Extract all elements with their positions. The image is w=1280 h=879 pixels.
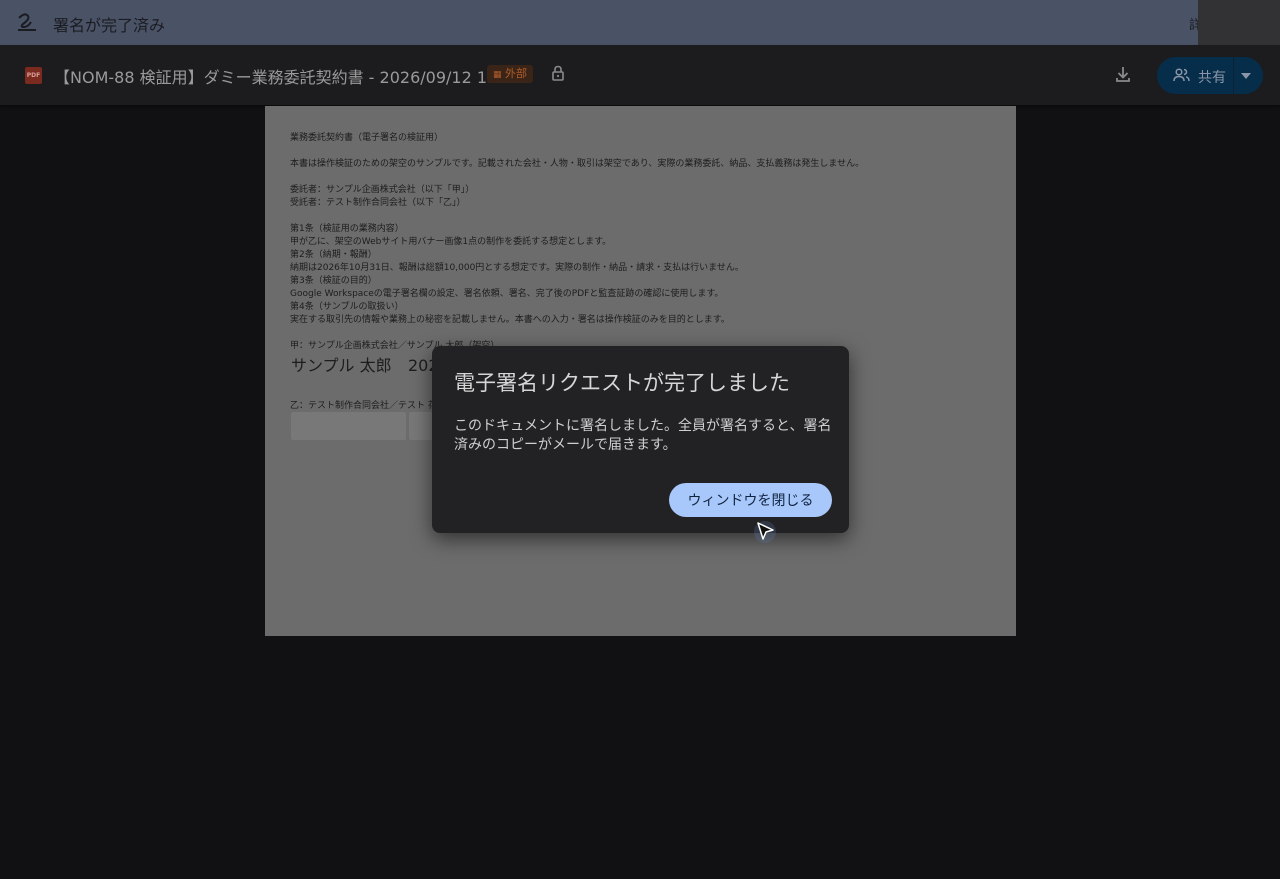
document-line: 第4条（サンプルの取扱い） (290, 302, 404, 312)
dialog-title: 電子署名リクエストが完了しました (454, 371, 790, 395)
document-line: 委託者：サンプル企画株式会社（以下「甲」） (290, 185, 475, 195)
download-icon[interactable] (1114, 65, 1132, 83)
external-badge: ▦ 外部 (487, 65, 534, 83)
signature-icon (18, 13, 36, 31)
document-line: Google Workspaceの電子署名欄の設定、署名依頼、署名、完了後のPD… (290, 289, 724, 299)
close-window-button[interactable]: ウィンドウを閉じる (669, 483, 832, 517)
signing-status-banner: 署名が完了済み 詳 (0, 0, 1280, 45)
document-line: 甲が乙に、架空のWebサイト用バナー画像1点の制作を委託する想定とします。 (290, 237, 612, 247)
document-title: 【NOM-88 検証用】ダミー業務委託契約書 - 2026/09/12 19:5… (54, 68, 523, 87)
document-line: 実在する取引先の情報や業務上の秘密を記載しません。本書への入力・署名は操作検証の… (290, 315, 730, 325)
document-line: 乙：テスト制作合同会社／テスト 花 (290, 401, 437, 411)
document-line: 受託者：テスト制作合同会社（以下「乙」） (290, 198, 466, 208)
people-icon (1173, 68, 1190, 82)
dialog-message: このドキュメントに署名しました。全員が署名すると、署名済みのコピーがメールで届き… (454, 418, 832, 453)
chevron-down-icon[interactable] (1241, 73, 1251, 79)
external-badge-label: 外部 (505, 67, 528, 80)
signing-complete-dialog: 電子署名リクエストが完了しました このドキュメントに署名しました。全員が署名する… (432, 346, 849, 533)
pdf-icon: PDF (25, 67, 42, 84)
signature-value: サンプル 太郎 (291, 356, 392, 375)
share-button[interactable]: 共有 (1157, 57, 1263, 94)
share-label: 共有 (1198, 70, 1226, 86)
banner-title: 署名が完了済み (53, 16, 166, 35)
document-line: 第2条（納期・報酬） (290, 250, 377, 260)
signature-field[interactable] (291, 412, 406, 440)
document-line: 第1条（検証用の業務内容） (290, 224, 404, 234)
document-line: 納期は2026年10月31日、報酬は総額10,000円とする想定です。実際の制作… (290, 263, 744, 273)
share-divider (1233, 57, 1234, 94)
document-line: 本書は操作検証のための架空のサンプルです。記載された会社・人物・取引は架空であり… (290, 159, 865, 169)
document-line: 業務委託契約書（電子署名の検証用） (290, 133, 444, 143)
external-badge-icon: ▦ (493, 70, 502, 80)
document-line: 第3条（検証の目的） (290, 276, 377, 286)
lock-icon[interactable] (551, 65, 565, 81)
viewer-toolbar: PDF 【NOM-88 検証用】ダミー業務委託契約書 - 2026/09/12 … (0, 45, 1280, 105)
